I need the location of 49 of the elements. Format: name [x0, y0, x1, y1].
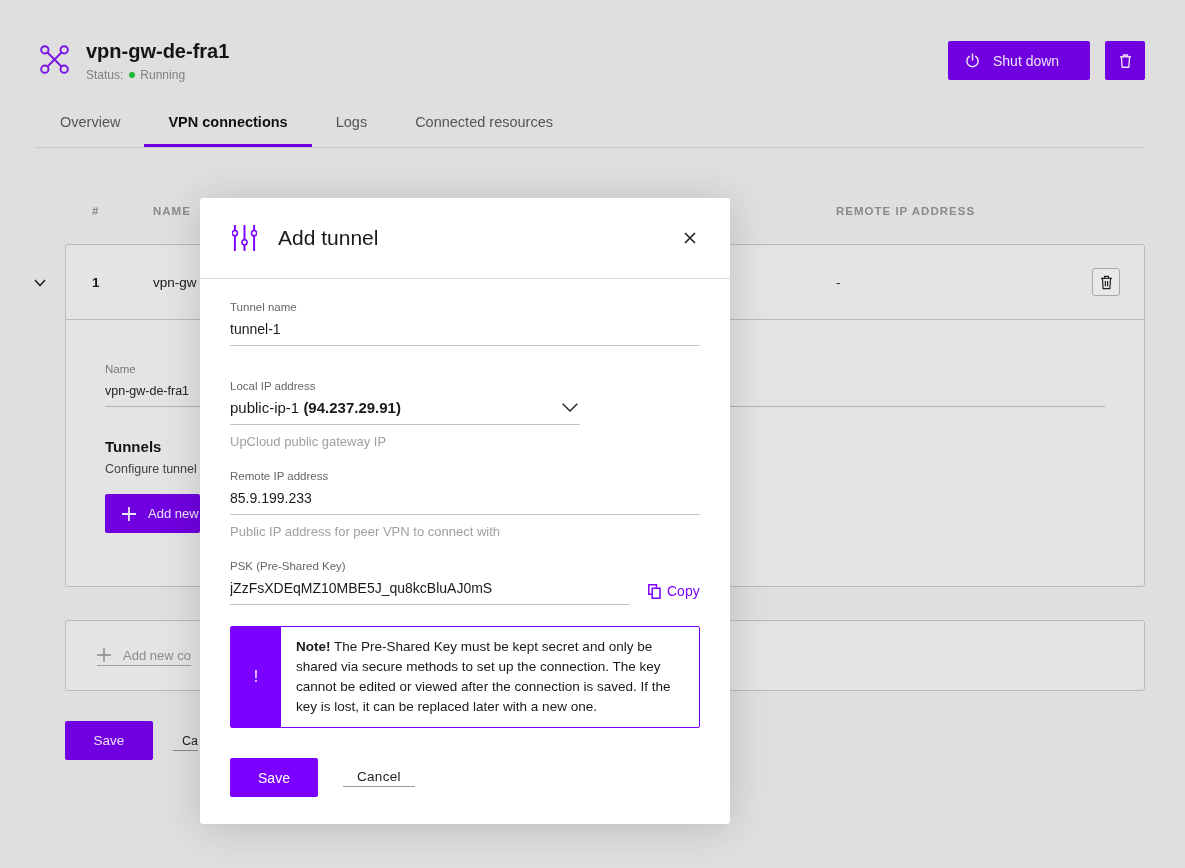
cancel-link[interactable]: Cancel	[343, 768, 415, 787]
dialog-title: Add tunnel	[278, 226, 379, 250]
text-input[interactable]: 85.9.199.233	[230, 483, 700, 515]
tab[interactable]: Connected resources	[391, 99, 577, 147]
column-header: NAME	[153, 204, 191, 219]
row-number: 1	[92, 274, 100, 290]
field-label: PSK (Pre-Shared Key)	[230, 559, 346, 573]
help-text: Public IP address for peer VPN to connect with	[230, 524, 500, 540]
chevron-icon[interactable]	[34, 279, 46, 287]
select-field[interactable]: public-ip-1 (94.237.29.91)	[230, 393, 580, 425]
status-label: Status:	[86, 67, 124, 83]
gateway-title: vpn-gw-de-fra1	[86, 39, 230, 63]
save-button[interactable]: Save	[65, 721, 153, 760]
tab[interactable]: Overview	[36, 99, 145, 147]
save-button[interactable]: Save	[230, 758, 318, 797]
field-label: Remote IP address	[230, 469, 329, 483]
tab[interactable]: Logs	[311, 99, 392, 147]
key-input[interactable]: jZzFsXDEqMZ10MBE5J_qu8kcBluAJ0mS	[230, 573, 630, 605]
delete-button[interactable]	[1092, 268, 1120, 296]
field-label: Local IP address	[230, 379, 316, 393]
connection-name: vpn-gw	[153, 274, 197, 290]
chevron-down-icon	[562, 403, 578, 412]
status-text: Running	[140, 67, 186, 83]
nodes-icon	[40, 45, 69, 74]
help-text: UpCloud public gateway IP	[230, 434, 387, 450]
close-icon	[684, 232, 696, 244]
plus-icon	[97, 648, 111, 662]
tab[interactable]: VPN connections	[144, 99, 312, 147]
copy-icon	[648, 583, 661, 599]
sliders-icon	[232, 224, 257, 252]
power-icon	[965, 53, 980, 68]
column-header: #	[92, 204, 100, 219]
copy-button[interactable]: Copy	[648, 583, 700, 599]
section-title: Tunnels	[105, 438, 162, 456]
name-input[interactable]: vpn-gw-de-fra1	[105, 376, 199, 407]
shut-down-button[interactable]: Shut down	[948, 41, 1090, 80]
field-label: Name	[105, 362, 136, 376]
cancel-link[interactable]: Ca	[173, 734, 198, 751]
section-description: Configure tunnel	[105, 461, 197, 478]
warning-mark: !	[231, 627, 281, 727]
remote-ip-cell: -	[836, 274, 841, 290]
field-label: Tunnel name	[230, 300, 297, 314]
plus-icon	[122, 506, 136, 521]
trash-icon	[1118, 52, 1132, 69]
trash-icon	[1099, 274, 1113, 290]
note-text: Note! The Pre-Shared Key must be kept secret and only be shared via secure methods to set up the connection. The key cannot be edited or viewed after the connection is saved. If the key is lost, it can be replaced later with a new one.	[295, 638, 672, 716]
column-header: REMOTE IP ADDRESS	[836, 204, 976, 219]
text-input[interactable]: tunnel-1	[230, 314, 700, 346]
add-tunnel-button[interactable]: Add new	[105, 494, 200, 533]
